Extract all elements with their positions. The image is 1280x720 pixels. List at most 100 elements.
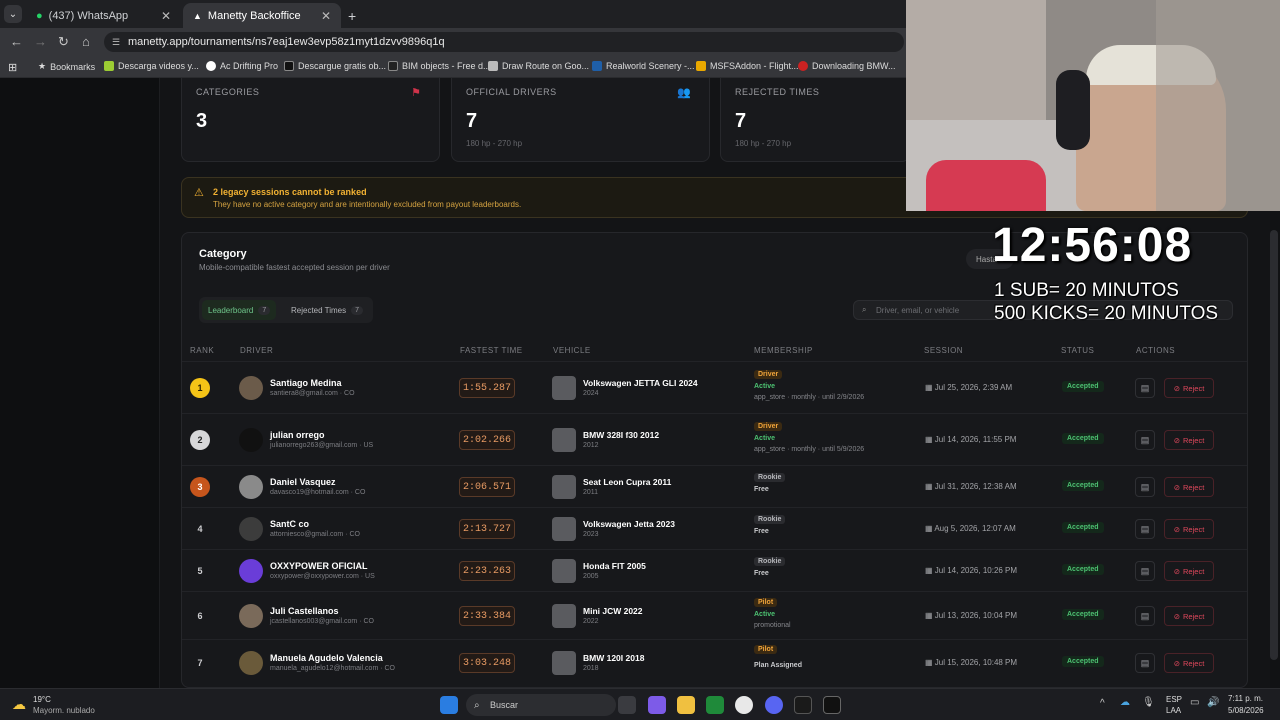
vehicle-thumbnail (552, 517, 576, 541)
table-row: 4 SantC co attorniesco@gmail.com · CO 2:… (182, 507, 1247, 549)
search-icon: ⌕ (862, 305, 867, 314)
reject-button[interactable]: ⊘ Reject (1164, 561, 1214, 581)
status-badge: Accepted (1062, 480, 1104, 491)
url-input[interactable]: ☰ manetty.app/tournaments/ns7eaj1ew3evp5… (104, 32, 904, 52)
discord-icon[interactable] (765, 696, 783, 714)
reject-button[interactable]: ⊘ Reject (1164, 606, 1214, 626)
new-tab-button[interactable]: + (344, 3, 364, 28)
mic-icon[interactable]: 🎙 (1142, 697, 1155, 708)
bookmark-item[interactable]: Descargue gratis ob... (284, 61, 386, 71)
reject-label: Reject (1183, 482, 1205, 492)
tab-search-icon[interactable]: ⌄ (4, 5, 22, 23)
reject-button[interactable]: ⊘ Reject (1164, 430, 1214, 450)
stat-value: 3 (196, 110, 208, 132)
avatar (239, 475, 263, 499)
home-icon[interactable]: ⌂ (82, 34, 90, 49)
view-session-button[interactable]: ▤ (1135, 430, 1155, 450)
forward-icon[interactable]: → (34, 34, 47, 49)
warning-text: They have no active category and are int… (213, 200, 522, 209)
reject-button[interactable]: ⊘ Reject (1164, 653, 1214, 673)
tray-chevron-icon[interactable]: ^ (1100, 698, 1105, 709)
stat-value: 7 (735, 110, 747, 132)
task-view-icon[interactable] (618, 696, 636, 714)
session-date: ▦ Jul 14, 2026, 10:26 PM (925, 566, 1017, 575)
close-icon[interactable]: ✕ (321, 9, 331, 23)
bookmark-label: BIM objects - Free d... (402, 61, 491, 71)
xbox-icon[interactable] (706, 696, 724, 714)
bookmark-item[interactable]: Draw Route on Goo... (488, 61, 589, 71)
reject-button[interactable]: ⊘ Reject (1164, 378, 1214, 398)
reload-icon[interactable]: ↻ (58, 34, 69, 50)
membership-status: Free (754, 486, 769, 493)
tab-leaderboard[interactable]: Leaderboard 7 (202, 300, 277, 320)
search-placeholder: Driver, email, or vehicle (876, 305, 960, 315)
warning-title: 2 legacy sessions cannot be ranked (213, 187, 367, 197)
bookmark-item[interactable]: Ac Drifting Pro (206, 61, 278, 71)
clock-date: 5/08/2026 (1228, 706, 1264, 715)
view-session-button[interactable]: ▤ (1135, 561, 1155, 581)
status-badge: Accepted (1062, 381, 1104, 392)
weather-text: Mayorm. nublado (33, 706, 95, 715)
flag-icon: ⚑ (411, 87, 421, 99)
app-icon[interactable] (794, 696, 812, 714)
bookmark-item[interactable]: ★ Bookmarks (38, 61, 95, 72)
rank-badge: 3 (190, 477, 210, 497)
header-session: SESSION (924, 346, 964, 355)
vehicle-thumbnail (552, 651, 576, 675)
overlay-line-1: 1 SUB= 20 MINUTOS (994, 280, 1179, 301)
rank-badge: 6 (197, 611, 203, 621)
windows-start-icon[interactable] (440, 696, 458, 714)
warning-icon: ⚠ (194, 187, 204, 199)
view-session-button[interactable]: ▤ (1135, 519, 1155, 539)
reject-button[interactable]: ⊘ Reject (1164, 477, 1214, 497)
view-session-button[interactable]: ▤ (1135, 606, 1155, 626)
bookmark-item[interactable]: Realworld Scenery -... (592, 61, 695, 71)
cloud-icon[interactable]: ☁ (1120, 697, 1130, 708)
volume-icon[interactable]: 🔊 (1207, 697, 1219, 708)
stat-value: 7 (466, 110, 478, 132)
rank-badge: 2 (190, 430, 210, 450)
apps-icon[interactable]: ⊞ (8, 61, 17, 74)
tab-whatsapp[interactable]: ● (437) WhatsApp ✕ (26, 3, 181, 28)
bookmark-item[interactable]: BIM objects - Free d... (388, 61, 491, 71)
ban-icon: ⊘ (1173, 524, 1181, 534)
bookmark-item[interactable]: MSFSAddon - Flight... (696, 61, 799, 71)
membership-status: Plan Assigned (754, 662, 802, 669)
chrome-icon[interactable] (735, 696, 753, 714)
ban-icon: ⊘ (1173, 658, 1181, 668)
document-icon: ▤ (1140, 565, 1150, 576)
network-icon[interactable]: ▭ (1190, 697, 1199, 708)
view-session-button[interactable]: ▤ (1135, 378, 1155, 398)
bookmark-item[interactable]: Descarga videos y... (104, 61, 199, 71)
reject-label: Reject (1183, 566, 1205, 576)
reject-label: Reject (1183, 435, 1205, 445)
header-driver: DRIVER (240, 346, 274, 355)
tab-rejected-times[interactable]: Rejected Times 7 (285, 300, 369, 320)
document-icon: ▤ (1140, 481, 1150, 492)
view-session-button[interactable]: ▤ (1135, 653, 1155, 673)
site-info-icon[interactable]: ☰ (112, 37, 120, 48)
fastest-time: 2:23.263 (459, 561, 515, 581)
back-icon[interactable]: ← (10, 34, 23, 49)
obs-icon[interactable] (823, 696, 841, 714)
language-code[interactable]: ESP (1166, 695, 1182, 704)
vehicle-thumbnail (552, 475, 576, 499)
file-explorer-icon[interactable] (677, 696, 695, 714)
view-session-button[interactable]: ▤ (1135, 477, 1155, 497)
tab-manetty[interactable]: ▲ Manetty Backoffice ✕ (183, 3, 341, 28)
reject-button[interactable]: ⊘ Reject (1164, 519, 1214, 539)
weather-temp[interactable]: 19°C (33, 695, 51, 704)
close-icon[interactable]: ✕ (161, 9, 171, 23)
driver-email: oxxypower@oxxypower.com · US (270, 573, 375, 580)
copilot-icon[interactable] (648, 696, 666, 714)
driver-name: Juli Castellanos (270, 606, 339, 616)
document-icon: ▤ (1140, 434, 1150, 445)
driver-email: julianorrego263@gmail.com · US (270, 442, 374, 449)
rank-badge: 5 (197, 566, 203, 576)
membership-status: Active (754, 383, 776, 390)
tab-label: Manetty Backoffice (207, 9, 301, 22)
ban-icon: ⊘ (1173, 611, 1181, 621)
clock-time[interactable]: 7:11 p. m. (1228, 694, 1263, 703)
taskbar-search[interactable]: ⌕ Buscar (466, 694, 616, 716)
bookmark-item[interactable]: Downloading BMW... (798, 61, 896, 71)
